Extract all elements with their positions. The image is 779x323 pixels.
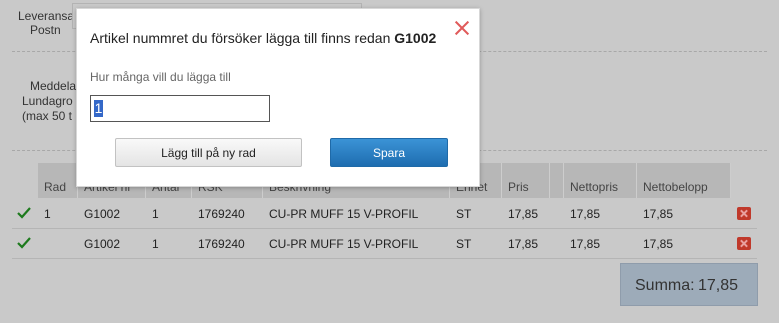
column-header-label: Rad (44, 180, 67, 194)
cell-pris: 17,85 (508, 237, 539, 251)
save-button[interactable]: Spara (330, 138, 448, 167)
cell-nettopris: 17,85 (570, 237, 601, 251)
summary-box: Summa: 17,85 (620, 263, 758, 306)
delivery-address-label: Leveransa (18, 9, 75, 23)
close-icon[interactable] (454, 20, 470, 36)
cell-rsk: 1769240 (198, 237, 245, 251)
summary-value: 17,85 (698, 277, 739, 294)
dialog-title-article: G1002 (394, 30, 437, 46)
cell-artikelnr: G1002 (84, 207, 121, 221)
cell-beskrivning: CU-PR MUFF 15 V-PROFIL (269, 207, 419, 221)
cell-antal: 1 (152, 207, 159, 221)
column-header-nettobelopp[interactable]: Nettobelopp (637, 163, 731, 198)
message-label-line-3: (max 50 t (22, 109, 73, 123)
delete-icon[interactable] (737, 237, 751, 250)
duplicate-article-dialog: Artikel nummret du försöker lägga till f… (76, 8, 480, 187)
column-header-nettopris[interactable]: Nettopris (564, 163, 637, 198)
cell-artikelnr: G1002 (84, 237, 121, 251)
message-label-line-1: Meddela (30, 79, 77, 93)
cell-nettopris: 17,85 (570, 207, 601, 221)
add-new-row-button[interactable]: Lägg till på ny rad (115, 138, 302, 167)
cell-enhet: ST (456, 207, 472, 221)
column-header-pris[interactable]: Pris (502, 163, 550, 198)
cell-nettobelopp: 17,85 (643, 237, 674, 251)
cell-antal: 1 (152, 237, 159, 251)
delete-icon[interactable] (737, 207, 751, 220)
quantity-selection-highlight: 1 (94, 100, 103, 117)
dialog-title: Artikel nummret du försöker lägga till f… (90, 30, 436, 46)
column-header-label: Nettobelopp (643, 180, 708, 194)
checkmark-icon (17, 237, 31, 249)
quantity-question-label: Hur många vill du lägga till (90, 70, 231, 84)
quantity-input[interactable] (90, 95, 270, 122)
cell-enhet: ST (456, 237, 472, 251)
cell-rsk: 1769240 (198, 207, 245, 221)
column-header-label: Nettopris (570, 180, 619, 194)
postal-code-label: Postn (30, 23, 61, 37)
cell-nettobelopp: 17,85 (643, 207, 674, 221)
checkmark-icon (17, 207, 31, 219)
column-header-spacer (550, 163, 564, 198)
column-header-rad[interactable]: Rad (38, 163, 78, 198)
message-label-line-2: Lundagro (22, 94, 73, 108)
cell-rad: 1 (44, 207, 51, 221)
summary-label: Summa: (635, 277, 695, 294)
column-header-label: Pris (508, 180, 529, 194)
row-divider (12, 228, 757, 229)
cell-pris: 17,85 (508, 207, 539, 221)
dialog-title-text: Artikel nummret du försöker lägga till f… (90, 30, 391, 46)
row-divider (12, 258, 757, 259)
cell-beskrivning: CU-PR MUFF 15 V-PROFIL (269, 237, 419, 251)
